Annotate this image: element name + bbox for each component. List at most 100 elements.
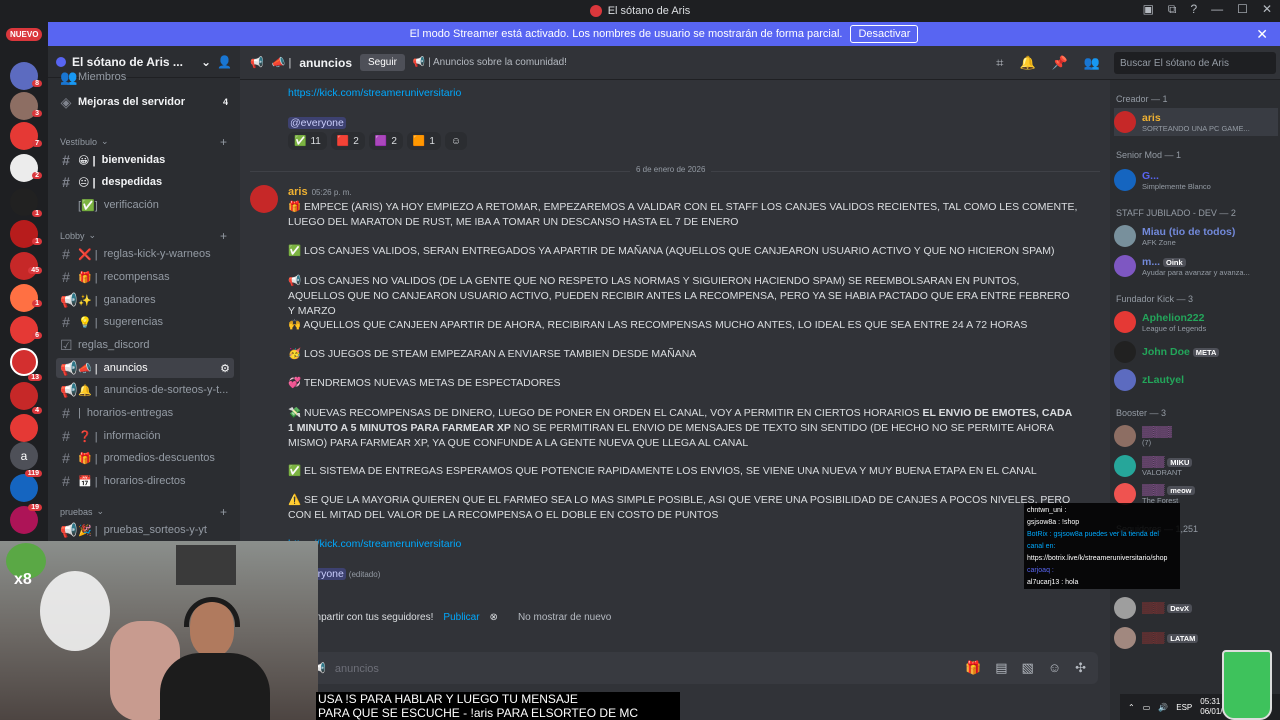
channel-reglas[interactable]: # ❌ | reglas-kick-y-warneos [56,244,234,264]
network-icon[interactable]: ▭ [1143,703,1151,712]
message-timestamp: 05:26 p. m. [311,188,352,197]
channel-horarios-directos[interactable]: # 📅 | horarios-directos [56,471,234,491]
member-list-icon[interactable]: 👥 [1084,55,1100,71]
minimize-icon[interactable]: — [1211,2,1223,17]
close-window-icon[interactable]: ✕ [1262,2,1272,17]
server-icon[interactable] [10,382,38,410]
banner-text: El modo Streamer está activado. Los nomb… [409,28,843,40]
member-aris[interactable]: aris SORTEANDO UNA PC GAME... [1114,108,1278,136]
member-seguidor[interactable]: ▒▒▒ DevX [1114,594,1278,622]
channel-recompensas[interactable]: # 🎁 | recompensas [56,267,234,287]
channel-topic[interactable]: 📢 | Anuncios sobre la comunidad! [413,57,567,68]
pin-icon[interactable]: 📌 [1052,55,1068,71]
dismiss-icon[interactable]: ⊗ [490,612,498,623]
help-icon[interactable]: ? [1190,2,1197,17]
category-pruebas[interactable]: pruebas ⌄ + [60,505,227,519]
channel-sugerencias[interactable]: # 💡 | sugerencias [56,312,234,332]
volume-icon[interactable]: 🔊 [1158,703,1168,712]
member-aphelion[interactable]: Aphelion222 League of Legends [1114,308,1278,336]
server-icon[interactable]: a [10,442,38,470]
channel-anuncios[interactable]: 📢 📣 | anuncios ⚙ [56,358,234,378]
stream-caption: USA !S PARA HABLAR Y LUEGO TU MENSAJE PA… [316,692,680,720]
member-m[interactable]: m... Oink Ayudar para avanzar y avanza... [1114,252,1278,280]
emoji-icon[interactable]: ☺ [1048,660,1061,676]
server-icon[interactable] [10,252,38,280]
message-author[interactable]: aris 05:26 p. m. [288,186,352,198]
screen-icon[interactable]: ⧉ [1168,2,1177,17]
server-icon[interactable] [10,474,38,502]
sidebar-item-members[interactable]: 👥 Miembros [56,69,234,85]
search-input[interactable]: Buscar El sótano de Aris [1114,52,1276,74]
channel-informacion[interactable]: # ❓ | información [56,426,234,446]
message-link[interactable]: https://kick.com/streameruniversitario [288,86,1078,101]
megaphone-icon: 📢 [250,57,264,69]
channel-pruebas-sorteos[interactable]: 📢 🎉 | pruebas_sorteos-y-yt [56,520,234,540]
member-g[interactable]: G... Simplemente Blanco [1114,166,1278,194]
threads-icon[interactable]: ⌗ [996,55,1003,71]
apps-icon[interactable]: ✣ [1075,660,1086,676]
channel-horarios-entregas[interactable]: # | horarios-entregas [56,403,234,423]
channel-reglas-discord[interactable]: ☑ reglas_discord [56,335,234,355]
member-seguidor[interactable]: ▒▒▒ LATAM [1114,624,1278,652]
member-miau[interactable]: Miau (tio de todos) AFK Zone [1114,222,1278,250]
category-lobby[interactable]: Lobby ⌄ + [60,229,227,243]
category-vestibulo[interactable]: Vestíbulo ⌄ + [60,135,227,149]
channel-ganadores[interactable]: 📢 ✨ | ganadores [56,290,234,310]
server-emblem-icon [56,56,66,67]
inbox-icon[interactable]: ▣ [1143,2,1154,17]
server-badge: 1 [32,210,42,217]
add-channel-icon[interactable]: + [220,505,227,519]
message-link[interactable]: https://kick.com/streameruniversitario [288,537,1078,552]
add-member-icon[interactable]: 👤 [217,55,232,69]
add-channel-icon[interactable]: + [220,229,227,243]
deactivate-button[interactable]: Desactivar [850,25,919,43]
search-bar[interactable]: Buscar El sótano de Aris [1110,46,1280,80]
avatar [1114,111,1136,133]
member-zlautyel[interactable]: zLautyel [1114,366,1278,394]
reaction-emoji[interactable]: 🟪 2 [368,132,403,150]
notification-bell-icon[interactable]: 🔔 [1019,55,1035,71]
tray-chevron-icon[interactable]: ⌃ [1128,703,1135,712]
gift-icon[interactable]: 🎁 [965,660,981,676]
channel-verificacion[interactable]: #[✅]verificación [56,195,234,215]
sidebar-item-boosts[interactable]: ◈ Mejoras del servidor 4 [56,92,234,112]
chevron-down-icon[interactable]: ⌄ [201,55,211,69]
reaction-emoji[interactable]: 🟧 1 [406,132,441,150]
follow-button[interactable]: Seguir [360,54,405,71]
clock[interactable]: 05:31 06/01/ [1200,697,1222,717]
channel-bienvenidas[interactable]: # 😀 | bienvenidas [56,150,234,170]
channel-despedidas[interactable]: # 😐 | despedidas [56,172,234,192]
member-john[interactable]: John Doe META [1114,338,1278,366]
member-booster[interactable]: ▒▒▒ MIKU VALORANT [1114,452,1278,480]
reaction-emoji[interactable]: 🟥 2 [330,132,365,150]
message-paragraph: 🙌 AQUELLOS QUE CANJEEN APARTIR DE AHORA,… [288,319,1028,331]
channel-anuncios-sorteos[interactable]: 📢 🔔 | anuncios-de-sorteos-y-t... [56,380,234,400]
message-list: https://kick.com/streameruniversitario @… [240,80,1110,720]
role-header: Fundador Kick — 3 [1116,294,1194,304]
sticker-icon[interactable]: ▧ [1022,660,1034,676]
channel-promedios[interactable]: # 🎁 | promedios-descuentos [56,448,234,468]
avatar[interactable] [250,185,278,213]
server-icon[interactable] [10,284,38,312]
role-header: STAFF JUBILADO - DEV — 2 [1116,208,1236,218]
avatar [1114,597,1136,619]
close-icon[interactable]: ✕ [1256,26,1268,43]
language-indicator[interactable]: ESP [1176,703,1192,712]
maximize-icon[interactable]: ☐ [1237,2,1248,17]
reaction-check[interactable]: ✅ 11 [288,132,327,150]
publish-button[interactable]: Publicar [443,612,479,623]
role-header: Creador — 1 [1116,94,1168,104]
discord-icon [589,5,602,17]
server-icon[interactable] [10,414,38,442]
dont-show-again-button[interactable]: No mostrar de nuevo [518,612,611,623]
server-icon[interactable] [10,316,38,344]
server-icon[interactable] [10,348,38,376]
add-channel-icon[interactable]: + [220,135,227,149]
message-composer[interactable]: 📢 anuncios 🎁 ▤ ▧ ☺ ✣ [252,652,1098,684]
avatar [1114,425,1136,447]
gif-icon[interactable]: ▤ [995,660,1007,676]
member-booster[interactable]: ▒▒▒▒ (7) [1114,422,1278,450]
add-reaction-icon[interactable]: ☺ [444,132,468,150]
server-badge: 19 [28,504,42,511]
channel-settings-icon[interactable]: ⚙ [220,362,230,375]
